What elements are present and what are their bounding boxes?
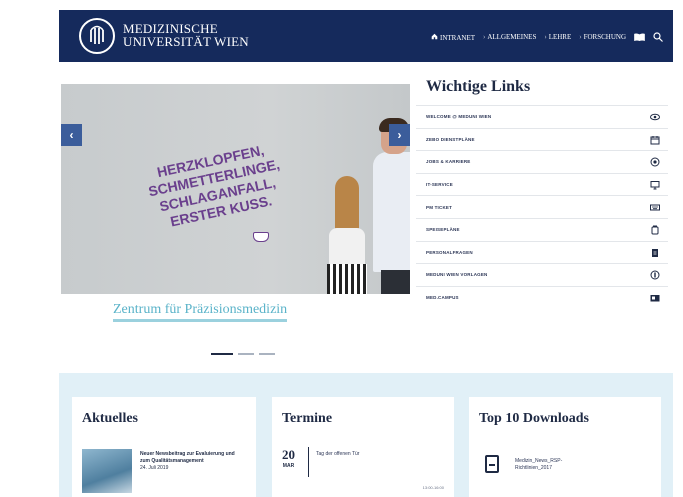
event-day: 20	[282, 447, 295, 462]
link-it-service[interactable]: IT-SERVICE	[416, 172, 668, 196]
link-label: PM TICKET	[426, 204, 453, 210]
link-label: PERSONALFRAGEN	[426, 249, 473, 255]
link-speiseplaene[interactable]: SPEISEPLÄNE	[416, 217, 668, 241]
event-divider	[308, 447, 309, 477]
slider-pagination	[211, 353, 275, 355]
link-label: WELCOME @ MEDUNI WIEN	[426, 114, 492, 120]
woman-figure	[325, 176, 369, 294]
calendar-icon	[650, 135, 660, 145]
man-figure	[373, 118, 410, 294]
slider-dot[interactable]	[238, 353, 254, 355]
hero-slider[interactable]: HERZKLOPFEN, SCHMETTERLINGE, SCHLAGANFAL…	[61, 84, 410, 294]
event-month: MAR	[282, 463, 295, 469]
circle-icon	[650, 270, 660, 280]
chevron-right-icon: ›	[397, 128, 402, 142]
event-time: 13:00-16:00	[422, 485, 444, 490]
nav-lehre-label: LEHRE	[548, 33, 572, 41]
nav-separator: ›	[483, 33, 486, 41]
keyboard-icon	[650, 204, 660, 211]
link-zebo[interactable]: ZEBO DIENSTPLÄNE	[416, 127, 668, 151]
slider-dot[interactable]	[259, 353, 275, 355]
news-item-date: 24. Juli 2019	[140, 465, 169, 471]
link-label: IT-SERVICE	[426, 182, 453, 188]
link-personalfragen[interactable]: PERSONALFRAGEN	[416, 240, 668, 264]
main-nav: INTRANET › ALLGEMEINES › LEHRE › FORSCHUNG	[431, 32, 663, 42]
nav-forschung[interactable]: › FORSCHUNG	[579, 33, 626, 41]
woman-top	[329, 228, 365, 268]
document-icon	[652, 248, 658, 257]
nav-intranet-label: INTRANET	[440, 33, 475, 42]
nav-separator: ›	[544, 33, 547, 41]
search-icon[interactable]	[653, 32, 663, 42]
cup-icon	[651, 225, 659, 235]
chevron-left-icon: ‹	[69, 128, 74, 142]
lower-section: Aktuelles Neuer Newsbeitrag zur Evaluier…	[59, 373, 673, 497]
links-title: Wichtige Links	[426, 78, 531, 95]
nav-allgemeines[interactable]: › ALLGEMEINES	[483, 33, 536, 41]
man-shirt	[373, 152, 410, 272]
eye-icon	[650, 113, 660, 121]
news-item[interactable]: Neuer Newsbeitrag zur Evaluierung und zu…	[140, 451, 240, 472]
slider-prev-button[interactable]: ‹	[61, 124, 82, 146]
downloads-title: Top 10 Downloads	[479, 411, 589, 426]
site-header: MEDIZINISCHE UNIVERSITÄT WIEN INTRANET ›…	[59, 10, 673, 62]
link-jobs[interactable]: JOBS & KARRIERE	[416, 150, 668, 173]
book-icon[interactable]	[634, 33, 645, 41]
link-medcampus[interactable]: MED.CAMPUS	[416, 285, 668, 309]
home-icon	[431, 33, 438, 39]
link-label: SPEISEPLÄNE	[426, 227, 460, 233]
nav-intranet[interactable]: INTRANET	[431, 33, 475, 42]
slider-next-button[interactable]: ›	[389, 124, 410, 146]
nav-allgemeines-label: ALLGEMEINES	[487, 33, 537, 41]
file-icon[interactable]	[485, 455, 499, 473]
woman-skirt	[327, 264, 367, 294]
downloads-card: Top 10 Downloads Medizin_News_RSP-Richtl…	[469, 397, 661, 497]
link-welcome[interactable]: WELCOME @ MEDUNI WIEN	[416, 105, 668, 128]
nav-separator: ›	[579, 33, 582, 41]
news-thumbnail[interactable]	[82, 449, 132, 493]
brand-line-2: UNIVERSITÄT WIEN	[123, 34, 249, 49]
event-date: 20 MAR	[282, 447, 295, 469]
coffee-cup-illustration	[253, 232, 269, 242]
nav-lehre[interactable]: › LEHRE	[544, 33, 571, 41]
brand-name[interactable]: MEDIZINISCHE UNIVERSITÄT WIEN	[123, 22, 249, 48]
event-title[interactable]: Tag der offenen Tür	[316, 451, 359, 457]
card-icon	[650, 294, 660, 302]
news-item-title: Neuer Newsbeitrag zur Evaluierung und zu…	[140, 451, 235, 464]
news-card: Aktuelles Neuer Newsbeitrag zur Evaluier…	[72, 397, 256, 497]
nav-forschung-label: FORSCHUNG	[583, 33, 626, 41]
university-logo-icon[interactable]	[79, 18, 115, 54]
events-title: Termine	[282, 411, 333, 426]
important-links-panel: Wichtige Links WELCOME @ MEDUNI WIEN ZEB…	[416, 78, 668, 308]
link-label: ZEBO DIENSTPLÄNE	[426, 136, 475, 142]
download-file-name[interactable]: Medizin_News_RSP-Richtlinien_2017	[515, 458, 585, 472]
target-icon	[650, 157, 660, 167]
slider-dot[interactable]	[211, 353, 233, 355]
link-vorlagen[interactable]: MEDUNI WIEN VORLAGEN	[416, 263, 668, 286]
events-card: Termine 20 MAR Tag der offenen Tür 13:00…	[272, 397, 454, 497]
link-pm-ticket[interactable]: PM TICKET	[416, 195, 668, 218]
link-label: JOBS & KARRIERE	[426, 159, 471, 165]
monitor-icon	[650, 180, 660, 190]
link-label: MEDUNI WIEN VORLAGEN	[426, 272, 488, 278]
slide-caption-link[interactable]: Zentrum für Präzisionsmedizin	[113, 302, 288, 322]
news-title: Aktuelles	[82, 411, 138, 426]
man-pants	[381, 270, 410, 294]
link-label: MED.CAMPUS	[426, 295, 459, 301]
